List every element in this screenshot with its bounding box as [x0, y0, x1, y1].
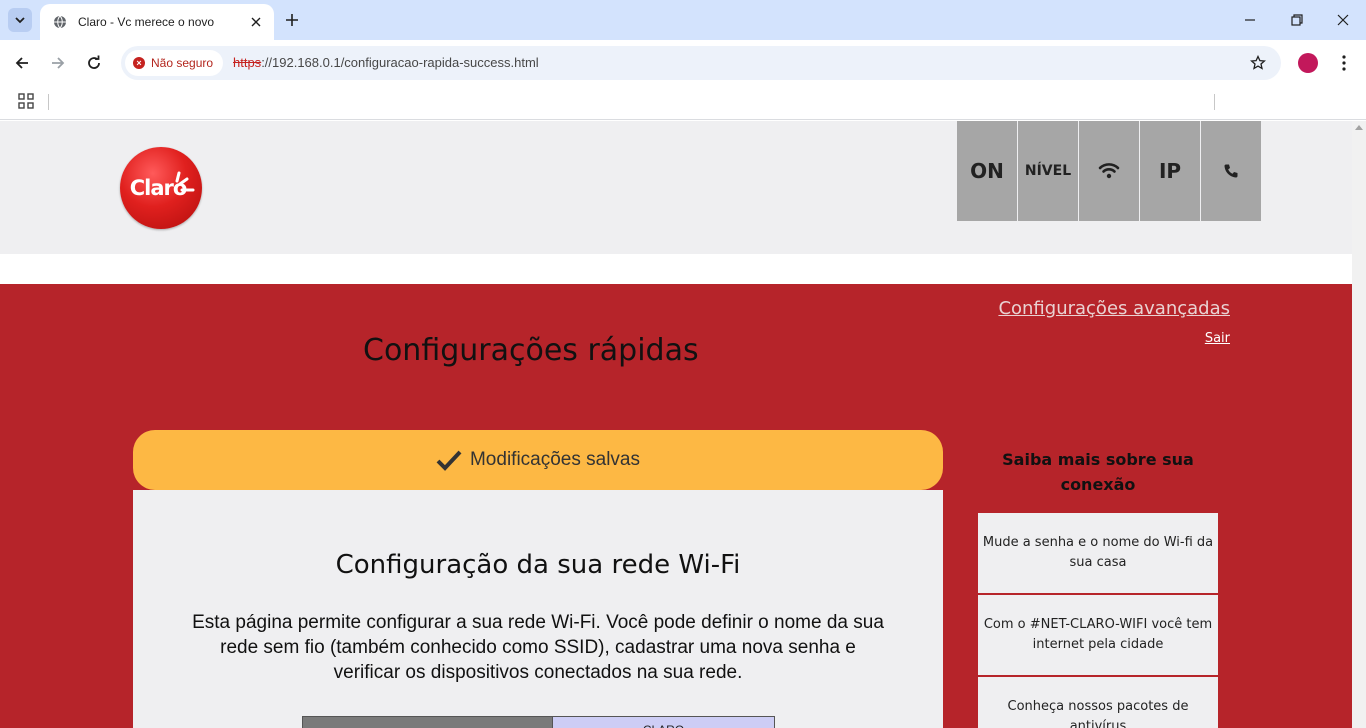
status-on-label: ON — [970, 159, 1004, 183]
new-tab-button[interactable] — [282, 10, 302, 30]
apps-grid-icon[interactable] — [18, 93, 34, 109]
security-chip[interactable]: × Não seguro — [125, 50, 224, 76]
browser-tab[interactable]: Claro - Vc merece o novo — [40, 4, 274, 40]
status-level[interactable]: NÍVEL — [1018, 121, 1078, 221]
tab-title: Claro - Vc merece o novo — [78, 15, 215, 29]
globe-icon — [52, 14, 68, 30]
status-phone[interactable] — [1201, 121, 1261, 221]
status-level-label: NÍVEL — [1024, 163, 1072, 179]
forward-button[interactable] — [46, 51, 70, 75]
logout-link[interactable]: Sair — [1205, 331, 1230, 346]
logo-rays-icon — [175, 171, 195, 192]
sidebar-title: Saiba mais sobre sua conexão — [1002, 450, 1194, 494]
success-banner: Modificações salvas — [133, 430, 943, 490]
status-wifi[interactable] — [1079, 121, 1139, 221]
site-header: Claro ON NÍVEL IP — [0, 121, 1352, 254]
close-window-button[interactable] — [1331, 8, 1355, 32]
url-text[interactable]: https://192.168.0.1/configuracao-rapida-… — [233, 55, 539, 70]
sidebar-item-wifi-password[interactable]: Mude a senha e o nome do Wi-fi da sua ca… — [978, 513, 1218, 593]
restore-button[interactable] — [1285, 8, 1309, 32]
wifi-config-card: Configuração da sua rede Wi-Fi Esta pági… — [133, 490, 943, 728]
back-button[interactable] — [10, 51, 34, 75]
address-bar[interactable]: × Não seguro https://192.168.0.1/configu… — [121, 46, 1281, 80]
main-section: Configurações avançadas Sair Configuraçõ… — [0, 284, 1352, 728]
url-scheme: https — [233, 55, 262, 70]
tab-search-button[interactable] — [8, 8, 32, 32]
status-on[interactable]: ON — [957, 121, 1017, 221]
network-tab-secondary[interactable]: CLARO — [553, 716, 775, 728]
minimize-button[interactable] — [1238, 8, 1262, 32]
page-content: Claro ON NÍVEL IP Configurações avançada… — [0, 121, 1352, 728]
restore-icon — [1291, 14, 1303, 26]
reload-icon — [88, 55, 100, 69]
phone-icon — [1224, 164, 1238, 178]
network-tabs: CLARO — [302, 716, 775, 728]
success-message: Modificações salvas — [469, 449, 641, 470]
reload-button[interactable] — [82, 51, 106, 75]
minimize-icon — [1245, 19, 1255, 21]
header-spacer — [0, 254, 1352, 284]
bookmarks-divider — [1214, 94, 1215, 110]
card-description: Esta página permite configurar a sua red… — [192, 612, 884, 683]
wifi-icon — [1098, 163, 1120, 179]
browser-menu-button[interactable] — [1334, 52, 1354, 74]
plus-icon — [286, 14, 298, 26]
sidebar-item-antivirus[interactable]: Conheça nossos pacotes de antivírus — [978, 677, 1218, 728]
claro-logo[interactable]: Claro — [120, 147, 202, 229]
bookmarks-bar — [0, 86, 1366, 120]
card-title: Configuração da sua rede Wi-Fi — [335, 550, 741, 580]
bookmark-star-button[interactable] — [1247, 52, 1269, 74]
browser-toolbar: × Não seguro https://192.168.0.1/configu… — [0, 40, 1366, 86]
scroll-up-icon[interactable] — [1355, 125, 1363, 130]
sidebar-item-net-claro-wifi[interactable]: Com o #NET-CLARO-WIFI você tem internet … — [978, 595, 1218, 675]
page-title: Configurações rápidas — [363, 333, 699, 368]
check-icon — [436, 450, 462, 471]
status-ip-label: IP — [1158, 159, 1182, 183]
status-indicators: ON NÍVEL IP — [957, 121, 1262, 221]
url-path: ://192.168.0.1/configuracao-rapida-succe… — [261, 55, 539, 70]
browser-tab-bar: Claro - Vc merece o novo — [0, 0, 1366, 40]
arrow-left-icon — [15, 57, 28, 69]
close-tab-icon[interactable] — [248, 14, 264, 30]
star-icon — [1250, 55, 1266, 70]
security-label: Não seguro — [151, 56, 214, 70]
network-tab-primary[interactable] — [302, 716, 553, 728]
advanced-settings-link[interactable]: Configurações avançadas — [998, 298, 1230, 319]
close-icon — [1337, 14, 1349, 26]
bookmarks-divider — [48, 94, 49, 110]
arrow-right-icon — [52, 57, 65, 69]
profile-avatar[interactable] — [1298, 53, 1318, 73]
chevron-down-icon — [15, 17, 25, 24]
page-scrollbar[interactable] — [1352, 121, 1366, 728]
warning-icon: × — [133, 57, 145, 69]
status-ip[interactable]: IP — [1140, 121, 1200, 221]
more-vert-icon — [1342, 55, 1346, 71]
